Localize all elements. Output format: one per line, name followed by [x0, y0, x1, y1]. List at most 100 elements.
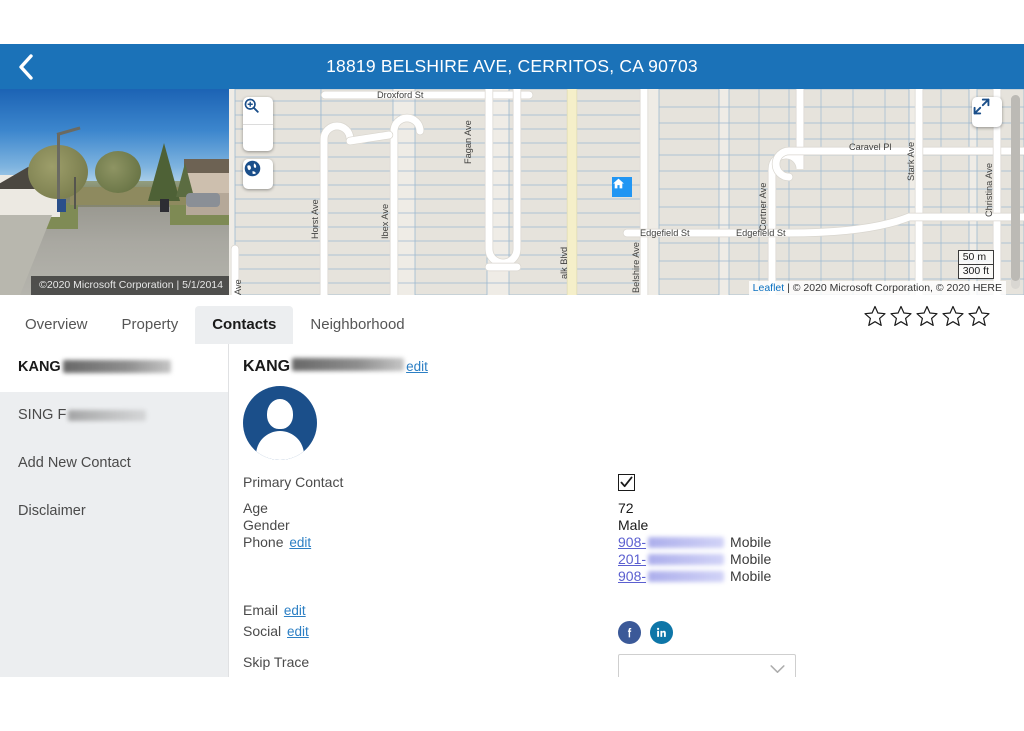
- page-title: 18819 BELSHIRE AVE, CERRITOS, CA 90703: [326, 56, 698, 76]
- expand-map-button[interactable]: [972, 97, 1002, 127]
- skip-trace-label: Skip Trace: [243, 654, 310, 670]
- social-label: Social: [243, 623, 282, 639]
- phone-number[interactable]: 908-: [618, 568, 646, 585]
- avatar: [243, 386, 317, 460]
- social-value: [618, 621, 682, 644]
- field-age: Age 72: [243, 500, 1024, 517]
- svg-text:Ave: Ave: [233, 279, 243, 295]
- map-scrollbar-thumb[interactable]: [1011, 95, 1020, 281]
- scale-metric: 50 m: [957, 250, 994, 265]
- svg-text:Horst Ave: Horst Ave: [310, 199, 320, 239]
- media-row: ©2020 Microsoft Corporation | 5/1/2014 .…: [0, 89, 1024, 295]
- svg-text:alk Blvd: alk Blvd: [559, 247, 569, 279]
- star-3[interactable]: [915, 304, 939, 333]
- age-value: 72: [618, 500, 634, 516]
- tab-bar: Overview Property Contacts Neighborhood: [0, 295, 1024, 345]
- map-attribution-text: | © 2020 Microsoft Corporation, © 2020 H…: [784, 282, 1002, 294]
- edit-phone-link[interactable]: edit: [289, 535, 311, 550]
- edit-name-link[interactable]: edit: [406, 359, 428, 374]
- star-5[interactable]: [967, 304, 991, 333]
- phone-list: 908- Mobile 201- Mobile 908- Mobile: [618, 534, 771, 585]
- primary-contact-checkbox[interactable]: [618, 474, 635, 491]
- scale-imperial: 300 ft: [957, 265, 994, 279]
- svg-text:Ibex Ave: Ibex Ave: [380, 204, 390, 239]
- sidebar-item-label: SING F: [18, 406, 67, 423]
- field-social: Social edit: [243, 621, 1024, 644]
- phone-type: Mobile: [730, 551, 772, 567]
- map-scrollbar[interactable]: [1011, 95, 1020, 289]
- svg-text:Stark Ave: Stark Ave: [906, 142, 916, 181]
- social-label-cell: Social edit: [243, 623, 618, 640]
- phone-type: Mobile: [730, 568, 772, 584]
- streetview-credit: ©2020 Microsoft Corporation | 5/1/2014: [31, 276, 229, 295]
- basemap-button[interactable]: [243, 159, 273, 189]
- primary-contact-value: [618, 474, 635, 491]
- contact-name: KANG: [243, 358, 291, 375]
- star-4[interactable]: [941, 304, 965, 333]
- phone-type: Mobile: [730, 534, 772, 550]
- globe-icon: [244, 160, 261, 177]
- tab-overview[interactable]: Overview: [8, 306, 105, 344]
- svg-text:Fagan Ave: Fagan Ave: [463, 120, 473, 164]
- phone-number[interactable]: 908-: [618, 534, 646, 551]
- phone-number[interactable]: 201-: [618, 551, 646, 568]
- tab-neighborhood[interactable]: Neighborhood: [293, 306, 421, 344]
- chevron-left-icon: [18, 53, 34, 80]
- parked-car: [186, 193, 220, 207]
- field-phone: Phone edit 908- Mobile 201- Mobile 908- Mob…: [243, 534, 1024, 585]
- gender-label: Gender: [243, 517, 290, 533]
- phone-row: 908- Mobile: [618, 534, 771, 551]
- contact-detail-pane: KANG edit Primary Contact Age 72 Gender …: [229, 344, 1024, 713]
- svg-text:Cortner Ave: Cortner Ave: [758, 183, 768, 231]
- tree: [176, 163, 194, 197]
- zoom-out-icon: [244, 98, 259, 113]
- sidebar-item-contact-sing[interactable]: SING F: [0, 392, 228, 440]
- back-button[interactable]: [8, 44, 44, 89]
- contact-name-row: KANG edit: [243, 358, 1024, 376]
- svg-text:Droxford St: Droxford St: [377, 90, 424, 100]
- tree: [95, 151, 141, 193]
- svg-text:Caravel Pl: Caravel Pl: [849, 142, 891, 152]
- field-email: Email edit: [243, 602, 1024, 619]
- tab-contacts[interactable]: Contacts: [195, 306, 294, 344]
- trash-bin: [160, 199, 169, 212]
- streetview-image[interactable]: ©2020 Microsoft Corporation | 5/1/2014: [0, 89, 229, 295]
- app-root: 18819 BELSHIRE AVE, CERRITOS, CA 90703 ©…: [0, 0, 1024, 731]
- primary-contact-label: Primary Contact: [243, 474, 344, 490]
- edit-social-link[interactable]: edit: [287, 624, 309, 639]
- home-marker-icon[interactable]: [612, 177, 632, 197]
- check-icon: [620, 476, 633, 488]
- contacts-sidebar: KANG SING F Add New Contact Disclaimer: [0, 344, 229, 677]
- map-zoom-controls: [243, 97, 273, 151]
- svg-text:Edgefield St: Edgefield St: [640, 228, 690, 238]
- avatar-body: [256, 431, 304, 460]
- sidebar-item-contact-kang[interactable]: KANG: [0, 344, 228, 392]
- svg-text:Christina Ave: Christina Ave: [984, 163, 994, 217]
- tab-list: Overview Property Contacts Neighborhood: [8, 299, 422, 344]
- edit-email-link[interactable]: edit: [284, 603, 306, 618]
- map-panel[interactable]: .par { fill:#eae7e1; stroke:#9db8d0; str…: [229, 89, 1024, 295]
- facebook-icon[interactable]: [618, 621, 641, 644]
- avatar-head: [267, 399, 293, 429]
- redacted-name: [62, 360, 171, 373]
- field-gender: Gender Male: [243, 517, 1024, 534]
- linkedin-icon[interactable]: [650, 621, 673, 644]
- leaflet-link[interactable]: Leaflet: [753, 282, 785, 294]
- bottom-whitespace: [0, 677, 1024, 731]
- street-sign: [74, 177, 76, 209]
- sidebar-item-add-new-contact[interactable]: Add New Contact: [0, 440, 228, 488]
- tab-property[interactable]: Property: [105, 306, 196, 344]
- top-whitespace: [0, 0, 1024, 44]
- phone-row: 201- Mobile: [618, 551, 771, 568]
- star-1[interactable]: [863, 304, 887, 333]
- rating-stars: [863, 304, 991, 333]
- phone-label-cell: Phone edit: [243, 534, 618, 551]
- svg-text:Belshire Ave: Belshire Ave: [631, 242, 641, 293]
- star-2[interactable]: [889, 304, 913, 333]
- zoom-out-button[interactable]: [243, 98, 273, 152]
- redacted-phone: [648, 554, 725, 565]
- age-label: Age: [243, 500, 268, 516]
- trash-bin: [57, 199, 66, 212]
- sidebar-item-disclaimer[interactable]: Disclaimer: [0, 488, 228, 536]
- redacted-phone: [648, 571, 725, 582]
